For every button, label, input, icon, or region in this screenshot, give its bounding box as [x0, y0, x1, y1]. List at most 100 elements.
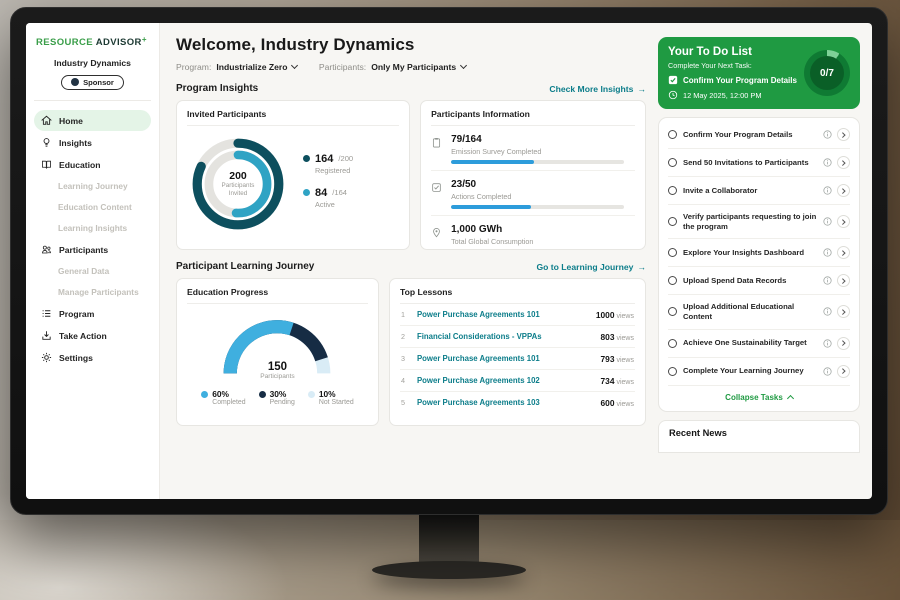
collapse-tasks-button[interactable]: Collapse Tasks — [668, 386, 850, 407]
todo-due-text: 12 May 2025, 12:00 PM — [683, 91, 761, 100]
sidebar-item-general-data[interactable]: General Data — [34, 261, 151, 281]
sidebar-item-education-content[interactable]: Education Content — [34, 197, 151, 217]
invited-body: 200 Participants Invited 164 /200 Regist… — [187, 126, 399, 235]
lesson-row: 1 Power Purchase Agreements 101 1000view… — [400, 304, 635, 326]
program-insights-cards: Invited Participants 200 Participants In… — [176, 100, 646, 250]
logo-advisor: ADVISOR — [96, 37, 142, 48]
gauge-center-label: 150 Participants — [216, 361, 338, 380]
check-more-insights-link[interactable]: Check More Insights → — [549, 84, 646, 94]
task-checkbox[interactable] — [668, 307, 677, 316]
nav-label: Insights — [59, 138, 92, 148]
chevron-right-icon[interactable] — [837, 305, 850, 318]
chevron-right-icon[interactable] — [837, 365, 850, 378]
chevron-right-icon[interactable] — [837, 128, 850, 141]
task-row-confirm-program[interactable]: Confirm Your Program Details — [668, 121, 850, 149]
task-label: Invite a Collaborator — [683, 186, 817, 196]
task-checkbox[interactable] — [668, 158, 677, 167]
info-icon[interactable] — [823, 130, 832, 139]
task-row-complete-learning-journey[interactable]: Complete Your Learning Journey — [668, 358, 850, 386]
info-icon[interactable] — [823, 248, 832, 257]
nav-label: Education Content — [58, 202, 132, 212]
survey-clipboard-icon — [431, 134, 443, 164]
chevron-right-icon[interactable] — [837, 215, 850, 228]
info-icon[interactable] — [823, 307, 832, 316]
task-row-explore-insights[interactable]: Explore Your Insights Dashboard — [668, 239, 850, 267]
sidebar-item-manage-participants[interactable]: Manage Participants — [34, 282, 151, 302]
program-select-value: Industrialize Zero — [216, 62, 287, 72]
chevron-right-icon[interactable] — [837, 274, 850, 287]
section-title: Participant Learning Journey — [176, 261, 314, 272]
todo-subtitle: Complete Your Next Task: — [668, 61, 798, 70]
task-checkbox[interactable] — [668, 339, 677, 348]
lesson-row: 2 Financial Considerations - VPPAs 803vi… — [400, 326, 635, 348]
legend-pct: 60% — [212, 389, 229, 399]
lesson-title-link[interactable]: Power Purchase Agreements 103 — [417, 398, 594, 407]
stat-emission-survey: 79/164 Emission Survey Completed — [431, 126, 635, 171]
legend-dot — [303, 189, 310, 196]
info-icon[interactable] — [823, 186, 832, 195]
legend-pct: 10% — [319, 389, 336, 399]
task-checkbox[interactable] — [668, 130, 677, 139]
nav-label: Education — [59, 160, 101, 170]
info-icon[interactable] — [823, 217, 832, 226]
lesson-views: 734views — [601, 376, 635, 386]
task-actions — [823, 156, 850, 169]
legend-label: Registered — [315, 166, 353, 175]
sidebar-item-insights[interactable]: Insights — [34, 132, 151, 153]
task-row-send-invitations[interactable]: Send 50 Invitations to Participants — [668, 149, 850, 177]
stat-label: Actions Completed — [451, 192, 635, 201]
stat-value: 23/50 — [451, 179, 635, 190]
info-icon[interactable] — [823, 158, 832, 167]
go-to-learning-journey-link[interactable]: Go to Learning Journey → — [536, 262, 646, 272]
todo-next-task[interactable]: Confirm Your Program Details — [668, 75, 798, 85]
participants-select[interactable]: Only My Participants — [371, 62, 465, 72]
nav-label: Take Action — [59, 331, 107, 341]
task-checkbox[interactable] — [668, 217, 677, 226]
program-filter-label: Program: — [176, 62, 211, 72]
sidebar-item-education[interactable]: Education — [34, 154, 151, 175]
logo-plus: + — [142, 35, 147, 44]
info-icon[interactable] — [823, 367, 832, 376]
chevron-right-icon[interactable] — [837, 337, 850, 350]
task-row-upload-spend-data[interactable]: Upload Spend Data Records — [668, 267, 850, 295]
link-label: Check More Insights — [549, 84, 633, 94]
sponsor-badge[interactable]: Sponsor — [61, 75, 124, 90]
task-checkbox[interactable] — [668, 367, 677, 376]
task-checkbox[interactable] — [668, 276, 677, 285]
task-checkbox[interactable] — [668, 248, 677, 257]
lesson-views: 803views — [601, 332, 635, 342]
sidebar-item-learning-insights[interactable]: Learning Insights — [34, 218, 151, 238]
sidebar-item-settings[interactable]: Settings — [34, 347, 151, 368]
chevron-right-icon[interactable] — [837, 184, 850, 197]
program-select[interactable]: Industrialize Zero — [216, 62, 297, 72]
lesson-title-link[interactable]: Financial Considerations - VPPAs — [417, 332, 594, 341]
chevron-down-icon — [460, 62, 467, 69]
task-row-verify-participants[interactable]: Verify participants requesting to join t… — [668, 205, 850, 239]
task-row-achieve-sustainability-target[interactable]: Achieve One Sustainability Target — [668, 330, 850, 358]
legend-completed: 60% Completed — [201, 389, 245, 406]
info-icon[interactable] — [823, 276, 832, 285]
chevron-right-icon[interactable] — [837, 246, 850, 259]
chevron-right-icon[interactable] — [837, 156, 850, 169]
task-row-invite-collaborator[interactable]: Invite a Collaborator — [668, 177, 850, 205]
sidebar-item-participants[interactable]: Participants — [34, 239, 151, 260]
participants-information-card: Participants Information 79/164 Emission… — [420, 100, 646, 250]
task-row-upload-educational-content[interactable]: Upload Additional Educational Content — [668, 295, 850, 329]
task-label: Confirm Your Program Details — [683, 130, 817, 140]
info-icon[interactable] — [823, 339, 832, 348]
actions-progress-track — [451, 205, 624, 209]
lesson-title-link[interactable]: Power Purchase Agreements 101 — [417, 354, 594, 363]
sidebar-item-learning-journey[interactable]: Learning Journey — [34, 176, 151, 196]
sidebar-item-home[interactable]: Home — [34, 110, 151, 131]
task-checkbox[interactable] — [668, 186, 677, 195]
task-label: Upload Spend Data Records — [683, 276, 817, 286]
nav-label: Learning Journey — [58, 181, 128, 191]
sidebar-item-take-action[interactable]: Take Action — [34, 325, 151, 346]
sidebar: RESOURCE ADVISOR+ Industry Dynamics Spon… — [26, 23, 160, 499]
sidebar-item-program[interactable]: Program — [34, 303, 151, 324]
lesson-title-link[interactable]: Power Purchase Agreements 102 — [417, 376, 594, 385]
todo-next-task-label: Confirm Your Program Details — [683, 76, 797, 85]
lesson-title-link[interactable]: Power Purchase Agreements 101 — [417, 310, 589, 319]
gauge-center-value: 150 — [216, 361, 338, 373]
task-actions — [823, 305, 850, 318]
